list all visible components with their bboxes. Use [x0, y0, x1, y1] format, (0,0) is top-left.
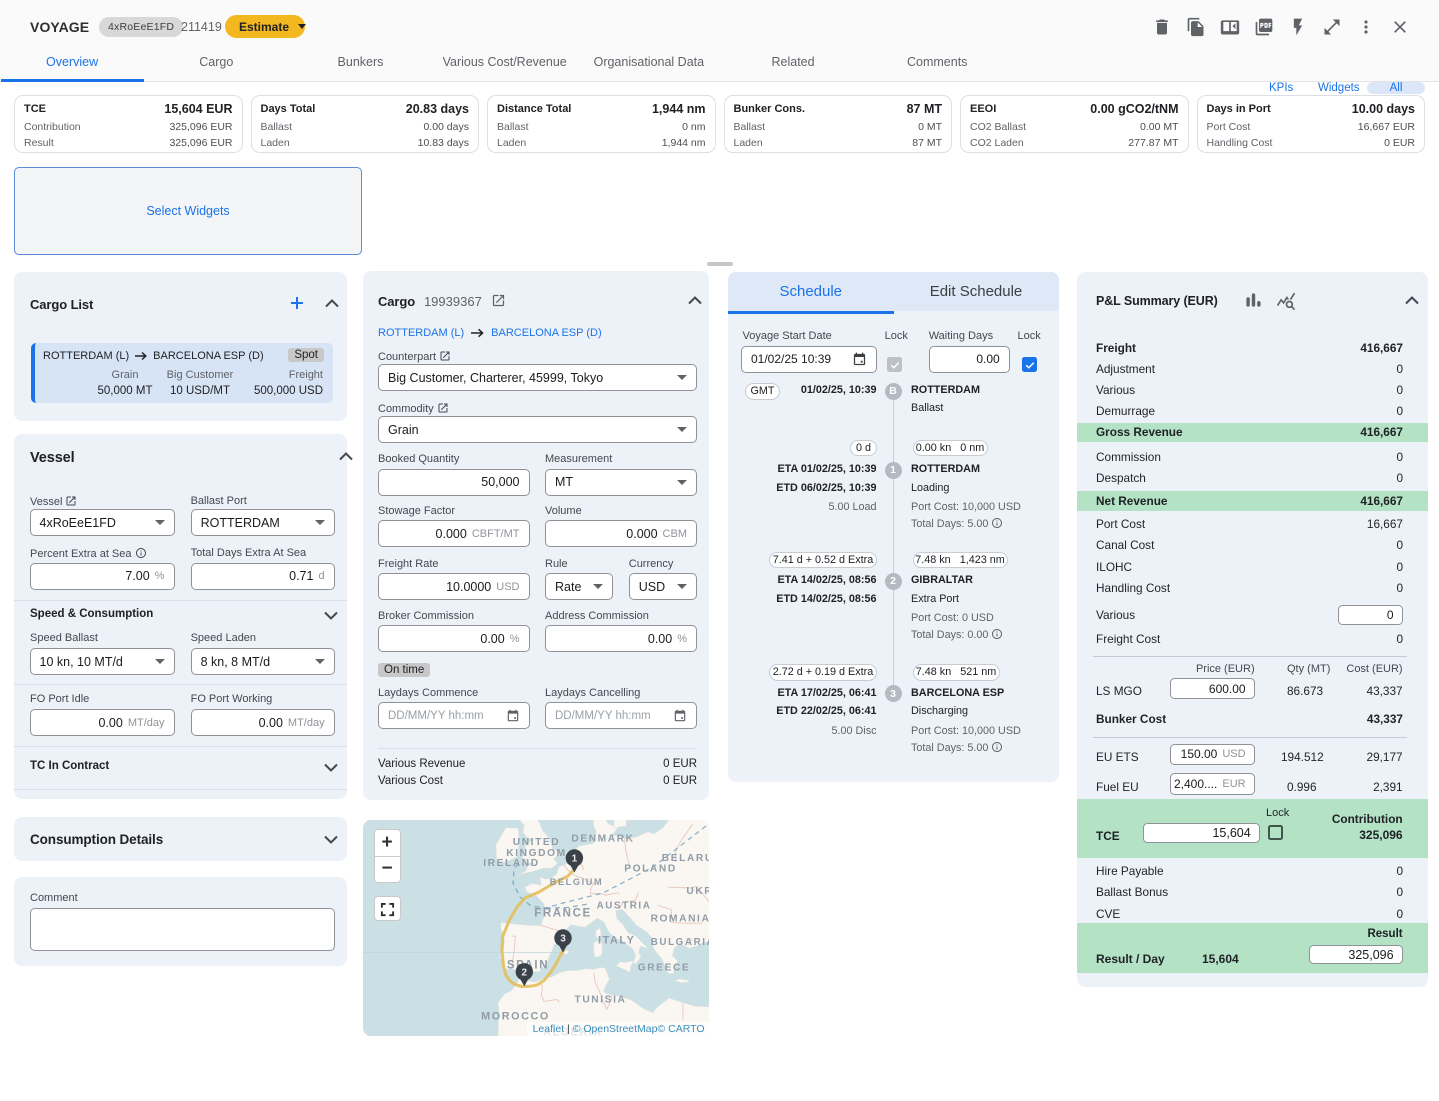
- svg-text:MOROCCO: MOROCCO: [481, 1010, 550, 1022]
- svg-text:3: 3: [560, 933, 566, 944]
- svg-text:UNITED: UNITED: [512, 837, 560, 848]
- svg-text:BELARUS: BELARUS: [661, 853, 708, 864]
- svg-text:BELGIUM: BELGIUM: [549, 877, 603, 887]
- svg-text:AUSTRIA: AUSTRIA: [596, 900, 651, 911]
- svg-text:2: 2: [521, 967, 527, 978]
- svg-text:ITALY: ITALY: [597, 934, 634, 946]
- svg-text:UKRAIN: UKRAIN: [686, 886, 709, 897]
- svg-text:ROMANIA: ROMANIA: [650, 913, 708, 924]
- svg-text:POLAND: POLAND: [624, 863, 677, 874]
- svg-text:DENMARK: DENMARK: [571, 833, 634, 844]
- svg-text:1: 1: [571, 853, 577, 864]
- svg-text:GREECE: GREECE: [637, 962, 690, 973]
- svg-text:TUNISIA: TUNISIA: [574, 994, 626, 1005]
- svg-text:IRELAND: IRELAND: [483, 858, 539, 869]
- svg-text:FRANCE: FRANCE: [534, 907, 592, 919]
- svg-text:BULGARIA: BULGARIA: [650, 937, 708, 948]
